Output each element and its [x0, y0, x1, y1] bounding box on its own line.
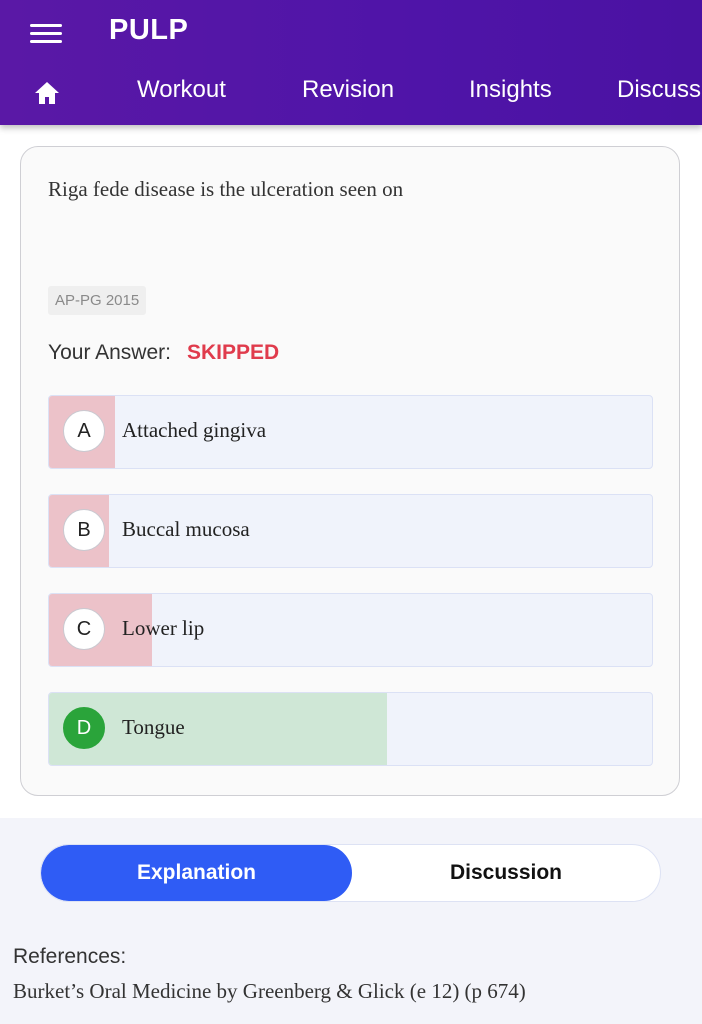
option-c-text: Lower lip: [122, 616, 205, 640]
option-c[interactable]: C Lower lip: [48, 593, 653, 667]
explanation-section: Explanation Discussion References: Burke…: [0, 818, 702, 1024]
question-card: Riga fede disease is the ulceration seen…: [20, 146, 680, 796]
nav-workout[interactable]: Workout: [137, 76, 226, 104]
references-title: References:: [13, 945, 127, 968]
option-d[interactable]: D Tongue: [48, 692, 653, 766]
option-a-letter: A: [63, 410, 105, 452]
option-a-text: Attached gingiva: [122, 418, 267, 442]
your-answer-value: SKIPPED: [186, 341, 280, 364]
option-d-letter: D: [63, 707, 105, 749]
reference-text: Burket’s Oral Medicine by Greenberg & Gl…: [13, 979, 526, 1003]
option-b-letter: B: [63, 509, 105, 551]
tab-explanation[interactable]: Explanation: [41, 845, 352, 901]
hamburger-menu-icon[interactable]: [30, 22, 62, 44]
nav-discussion[interactable]: Discussion: [617, 76, 702, 104]
exam-tag: AP-PG 2015: [48, 286, 147, 315]
tab-discussion[interactable]: Discussion: [352, 845, 660, 901]
option-d-text: Tongue: [122, 715, 185, 739]
option-b-text: Buccal mucosa: [122, 517, 250, 541]
nav-revision[interactable]: Revision: [302, 76, 394, 104]
question-text: Riga fede disease is the ulceration seen…: [48, 177, 404, 201]
top-nav: Workout Revision Insights Discussion: [0, 68, 702, 118]
your-answer-label: Your Answer:: [48, 341, 171, 364]
option-a[interactable]: A Attached gingiva: [48, 395, 653, 469]
app-title: PULP: [109, 14, 189, 46]
home-icon[interactable]: [33, 80, 61, 106]
app-header: PULP Workout Revision Insights Discussio…: [0, 0, 702, 125]
nav-insights[interactable]: Insights: [469, 76, 552, 104]
option-c-letter: C: [63, 608, 105, 650]
your-answer-row: Your Answer: SKIPPED: [48, 341, 279, 365]
option-b[interactable]: B Buccal mucosa: [48, 494, 653, 568]
explanation-discussion-toggle: Explanation Discussion: [40, 844, 661, 902]
